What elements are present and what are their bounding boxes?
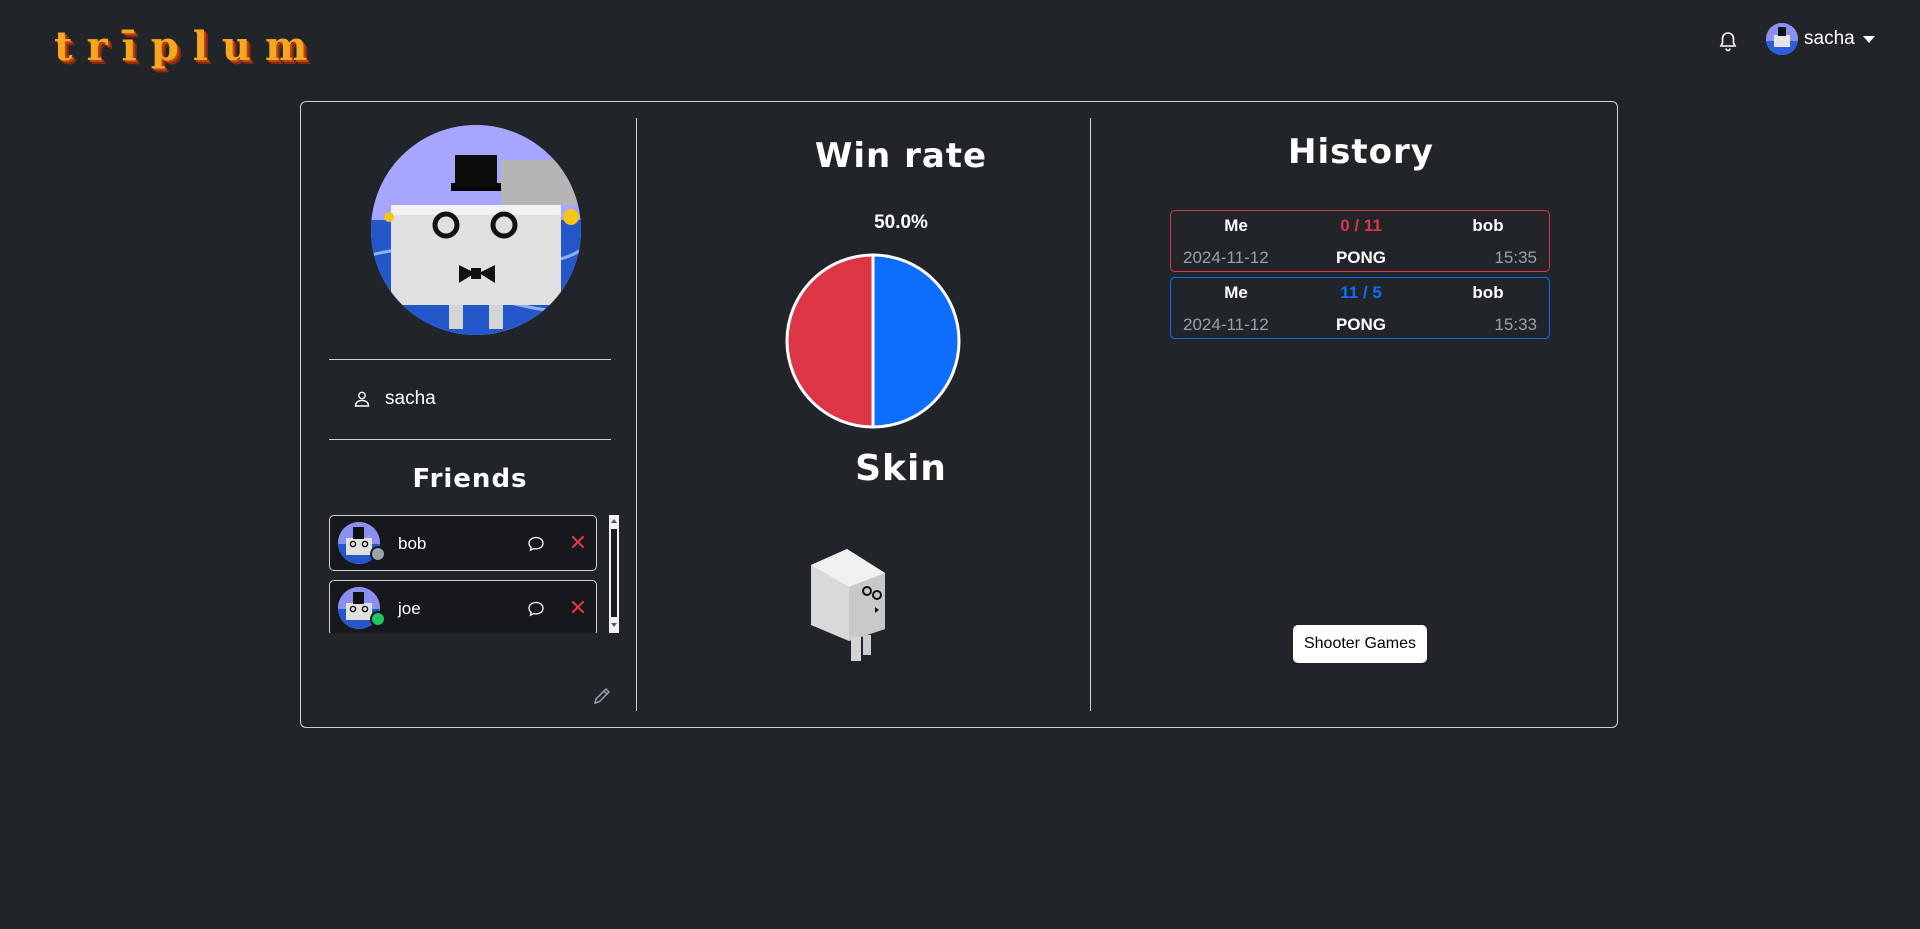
chevron-down-icon	[1862, 35, 1875, 43]
match-opponent: bob	[1472, 283, 1504, 302]
winrate-pie-chart	[785, 253, 961, 429]
status-indicator	[370, 546, 386, 562]
chat-bubble-icon[interactable]	[526, 599, 546, 619]
skin-title: Skin	[855, 448, 947, 489]
navbar-username: sacha	[1804, 28, 1855, 49]
skin-preview	[811, 549, 885, 661]
friends-list[interactable]: bob ✕ joe ✕	[329, 515, 619, 633]
match-row[interactable]: Me 0 / 11 bob 2024-11-12 PONG 15:35	[1170, 210, 1550, 272]
match-game: PONG	[1335, 315, 1387, 334]
user-menu-dropdown[interactable]: sacha	[1766, 22, 1875, 56]
match-row[interactable]: Me 11 / 5 bob 2024-11-12 PONG 15:33	[1170, 277, 1550, 339]
match-time: 15:33	[1494, 315, 1537, 334]
scroll-up-icon[interactable]	[611, 519, 617, 523]
notifications-bell-icon[interactable]	[1716, 30, 1740, 54]
friend-item[interactable]: joe ✕	[329, 580, 597, 633]
remove-friend-icon[interactable]: ✕	[568, 532, 588, 554]
pencil-edit-icon[interactable]	[591, 685, 613, 707]
status-indicator	[370, 611, 386, 627]
profile-avatar	[371, 125, 581, 335]
profile-card: sacha Friends bob ✕ joe ✕ Win rate 50.0%…	[300, 101, 1618, 728]
logo-text: trīplum	[54, 22, 322, 70]
match-player: Me	[1224, 216, 1248, 235]
friend-item[interactable]: bob ✕	[329, 515, 597, 571]
match-opponent: bob	[1472, 216, 1504, 235]
match-game: PONG	[1335, 248, 1387, 267]
chat-bubble-icon[interactable]	[526, 534, 546, 554]
match-date: 2024-11-12	[1183, 248, 1269, 267]
match-score: 11 / 5	[1340, 283, 1382, 302]
pie-slice-wins	[871, 253, 961, 429]
column-divider	[636, 118, 637, 711]
scrollbar-thumb[interactable]	[611, 529, 617, 617]
divider	[329, 359, 611, 360]
match-player: Me	[1224, 283, 1248, 302]
remove-friend-icon[interactable]: ✕	[568, 597, 588, 619]
username-row: sacha	[353, 384, 436, 414]
shooter-games-button[interactable]: Shooter Games	[1293, 625, 1427, 663]
user-avatar	[1766, 23, 1798, 55]
match-history-list: Me 0 / 11 bob 2024-11-12 PONG 15:35 Me 1…	[1170, 210, 1550, 344]
pie-slice-losses	[785, 253, 875, 429]
column-divider	[1090, 118, 1091, 711]
friend-name: bob	[398, 534, 427, 553]
divider	[329, 439, 611, 440]
friends-scrollbar[interactable]	[609, 515, 619, 633]
match-time: 15:35	[1494, 248, 1537, 267]
app-logo[interactable]: trīplum	[54, 22, 321, 70]
friend-name: joe	[398, 599, 421, 618]
match-date: 2024-11-12	[1183, 315, 1269, 334]
person-icon	[354, 391, 370, 407]
friends-title: Friends	[412, 464, 528, 494]
history-title: History	[1288, 132, 1434, 172]
match-score: 0 / 11	[1340, 216, 1382, 235]
scroll-down-icon[interactable]	[611, 623, 617, 627]
winrate-title: Win rate	[814, 136, 988, 176]
profile-username: sacha	[385, 388, 436, 409]
winrate-percentage: 50.0%	[874, 212, 928, 233]
